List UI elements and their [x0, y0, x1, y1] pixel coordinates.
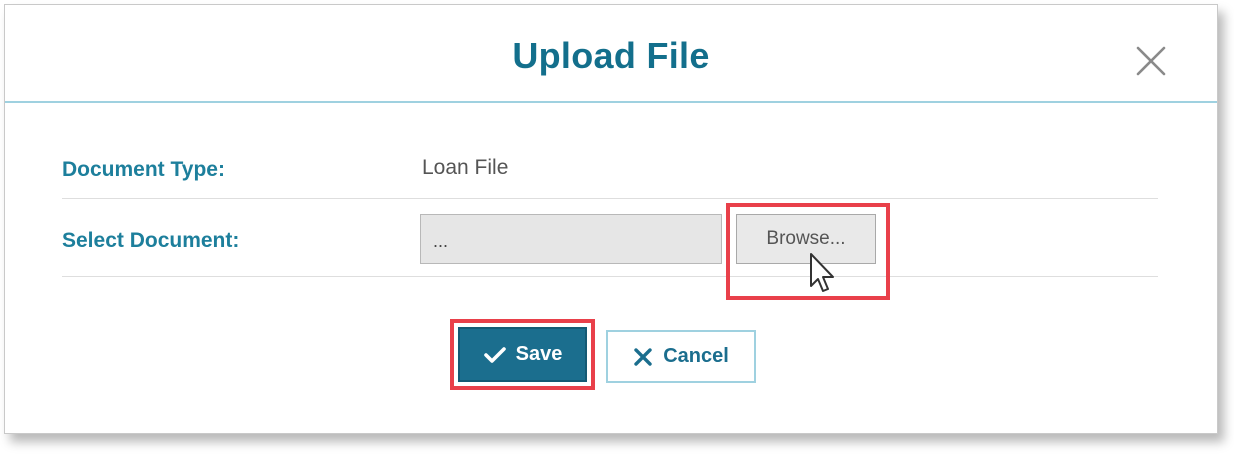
select-document-label: Select Document:: [62, 229, 240, 252]
save-button-label: Save: [515, 343, 563, 365]
save-button[interactable]: Save: [458, 327, 587, 382]
browse-button[interactable]: Browse...: [736, 214, 876, 264]
document-type-label: Document Type:: [62, 158, 225, 181]
dialog-title: Upload File: [512, 35, 710, 76]
x-icon: [633, 347, 653, 367]
checkmark-icon: [483, 345, 507, 365]
cancel-button-label: Cancel: [663, 345, 729, 367]
dialog-header: Upload File: [5, 5, 1217, 103]
close-icon: [1136, 46, 1166, 76]
document-type-value: Loan File: [422, 156, 509, 179]
document-type-row: Document Type: Loan File: [62, 140, 1158, 199]
file-path-input[interactable]: ...: [420, 214, 722, 264]
select-document-row: Select Document: ... Browse...: [62, 200, 1158, 277]
cancel-button[interactable]: Cancel: [606, 330, 756, 383]
close-button[interactable]: [1133, 43, 1169, 79]
